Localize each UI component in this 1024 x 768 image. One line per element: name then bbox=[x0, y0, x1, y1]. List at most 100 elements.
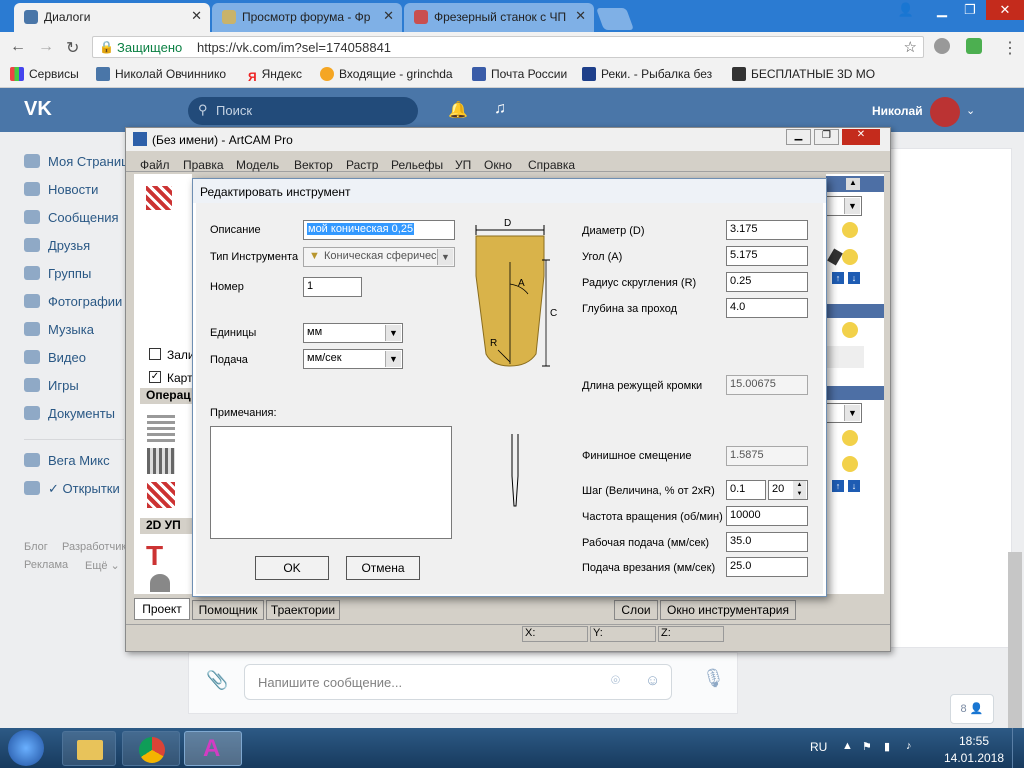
page-scrollbar[interactable] bbox=[1008, 552, 1022, 730]
address-bar[interactable]: 🔒 Защищено https://vk.com/im?sel=1740588… bbox=[92, 36, 924, 58]
operation-tool-icon-3[interactable] bbox=[147, 482, 175, 508]
reload-icon[interactable]: ↻ bbox=[66, 38, 79, 58]
arrow-up-icon[interactable]: ↑ bbox=[832, 272, 844, 284]
bookmark-post[interactable]: Почта России bbox=[472, 67, 567, 81]
lightbulb-icon[interactable] bbox=[842, 430, 858, 446]
bookmark-nikolay[interactable]: Николай Овчиннико bbox=[96, 67, 226, 81]
lightbulb-icon[interactable] bbox=[842, 456, 858, 472]
operation-tool-icon-1[interactable] bbox=[147, 414, 175, 442]
text-toolpath-icon[interactable]: T bbox=[146, 542, 176, 570]
vk-menu-video[interactable]: Видео bbox=[24, 350, 86, 365]
number-input[interactable]: 1 bbox=[303, 277, 362, 297]
restore-window-icon[interactable]: ❐ bbox=[956, 0, 984, 20]
vk-menu-documents[interactable]: Документы bbox=[24, 406, 115, 421]
vk-menu-groups[interactable]: Группы bbox=[24, 266, 91, 281]
menu-help[interactable]: Справка bbox=[528, 158, 575, 172]
vector-tools-icon[interactable] bbox=[146, 186, 172, 210]
vk-menu-photos[interactable]: Фотографии bbox=[24, 294, 122, 309]
description-input[interactable]: мой коническая 0,25 bbox=[303, 220, 455, 240]
units-select[interactable]: мм ▼ bbox=[303, 323, 403, 343]
checkbox-map[interactable]: ✓ bbox=[149, 371, 161, 383]
work-feed-input[interactable]: 35.0 bbox=[726, 532, 808, 552]
tab-assistant[interactable]: Помощник bbox=[192, 600, 264, 620]
tab-project[interactable]: Проект bbox=[134, 598, 190, 620]
url-text[interactable]: https://vk.com/im?sel=174058841 bbox=[197, 40, 391, 55]
bookmark-inbox[interactable]: Входящие - grinchda bbox=[320, 67, 453, 81]
lightbulb-icon[interactable] bbox=[842, 249, 858, 265]
menu-raster[interactable]: Растр bbox=[346, 158, 378, 172]
forward-icon[interactable]: → bbox=[38, 38, 54, 56]
browser-tab-forum[interactable]: Просмотр форума - Фр ✕ bbox=[212, 3, 402, 32]
feed-units-select[interactable]: мм/сек ▼ bbox=[303, 349, 403, 369]
language-indicator[interactable]: RU bbox=[810, 740, 827, 754]
menu-vector[interactable]: Вектор bbox=[294, 158, 333, 172]
lightbulb-icon[interactable] bbox=[842, 322, 858, 338]
close-tab-icon[interactable]: ✕ bbox=[575, 8, 586, 24]
tab-toolbox-window[interactable]: Окно инструментария bbox=[660, 600, 796, 620]
menu-window[interactable]: Окно bbox=[484, 158, 512, 172]
ok-button[interactable]: OK bbox=[255, 556, 329, 580]
vk-menu-friends[interactable]: Друзья bbox=[24, 238, 90, 253]
footer-blog[interactable]: Блог bbox=[24, 541, 48, 553]
footer-more[interactable]: Ещё ⌄ bbox=[85, 559, 120, 572]
windows-start-icon[interactable] bbox=[8, 730, 44, 766]
drill-toolpath-icon[interactable] bbox=[150, 574, 170, 592]
bookmark-services[interactable]: Сервисы bbox=[10, 67, 79, 81]
vk-menu-music[interactable]: Музыка bbox=[24, 322, 94, 337]
menu-edit[interactable]: Правка bbox=[183, 158, 224, 172]
vk-menu-news[interactable]: Новости bbox=[24, 182, 98, 197]
menu-model[interactable]: Модель bbox=[236, 158, 279, 172]
footer-developers[interactable]: Разработчики bbox=[62, 541, 128, 553]
vk-menu-cards[interactable]: ✓ Открытки bbox=[24, 481, 120, 497]
microphone-icon[interactable]: 🎙 bbox=[702, 668, 725, 689]
operation-tool-icon-2[interactable] bbox=[147, 448, 175, 474]
browser-tab-dialogs[interactable]: Диалоги ✕ bbox=[14, 3, 210, 32]
avatar[interactable] bbox=[930, 97, 960, 127]
tab-toolpaths[interactable]: Траектории bbox=[266, 600, 340, 620]
arrow-up-icon[interactable]: ↑ bbox=[832, 480, 844, 492]
menu-file[interactable]: Файл bbox=[140, 158, 170, 172]
right-combo-1[interactable]: ▼ bbox=[826, 196, 862, 216]
browser-tab-cnc[interactable]: Фрезерный станок с ЧП ✕ bbox=[404, 3, 594, 32]
taskbar-artcam[interactable]: A bbox=[184, 731, 242, 766]
arrow-down-icon[interactable]: ↓ bbox=[848, 480, 860, 492]
bell-icon[interactable]: 🔔 bbox=[448, 100, 468, 120]
camera-icon[interactable]: ⌾ bbox=[611, 672, 620, 689]
diameter-input[interactable]: 3.175 bbox=[726, 220, 808, 240]
vk-menu-my-page[interactable]: Моя Страница bbox=[24, 154, 136, 169]
tab-layers[interactable]: Слои bbox=[614, 600, 658, 620]
emoji-icon[interactable]: ☺ bbox=[645, 672, 660, 689]
bookmark-yandex[interactable]: Я Яндекс bbox=[248, 67, 302, 84]
angle-input[interactable]: 5.175 bbox=[726, 246, 808, 266]
menu-kebab-icon[interactable]: ⋮ bbox=[1002, 38, 1018, 58]
plunge-feed-input[interactable]: 25.0 bbox=[726, 557, 808, 577]
artcam-close-icon[interactable]: ✕ bbox=[842, 129, 880, 145]
chat-count-badge[interactable]: 8 👤 bbox=[950, 694, 994, 724]
user-profile-icon[interactable]: 👤 bbox=[892, 0, 920, 20]
arrow-down-icon[interactable]: ↓ bbox=[848, 272, 860, 284]
close-window-icon[interactable]: ✕ bbox=[986, 0, 1024, 20]
stepover-input[interactable]: 0.1 bbox=[726, 480, 766, 500]
lightbulb-icon[interactable] bbox=[842, 222, 858, 238]
footer-ads[interactable]: Реклама bbox=[24, 559, 68, 571]
spindle-speed-input[interactable]: 10000 bbox=[726, 506, 808, 526]
network-signal-icon[interactable]: ▮ bbox=[884, 740, 890, 753]
menu-reliefs[interactable]: Рельефы bbox=[391, 158, 443, 172]
clock-date[interactable]: 14.01.2018 bbox=[940, 751, 1008, 765]
vk-menu-vega-mix[interactable]: Вега Микс bbox=[24, 453, 110, 468]
artcam-restore-icon[interactable]: ❐ bbox=[814, 129, 839, 145]
music-note-icon[interactable]: ♫ bbox=[494, 100, 506, 118]
show-desktop-button[interactable] bbox=[1012, 728, 1024, 768]
message-input[interactable]: Напишите сообщение... ⌾ ☺ bbox=[244, 664, 672, 700]
star-icon[interactable]: ☆ bbox=[904, 38, 917, 56]
close-tab-icon[interactable]: ✕ bbox=[191, 8, 202, 24]
bookmark-rivers[interactable]: Реки. - Рыбалка без bbox=[582, 67, 712, 81]
paperclip-icon[interactable]: 📎 bbox=[206, 670, 228, 691]
vk-logo-icon[interactable]: VK bbox=[24, 98, 52, 121]
taskbar-explorer[interactable] bbox=[62, 731, 116, 766]
globe-extension-icon[interactable] bbox=[934, 38, 950, 54]
tool-type-select[interactable]: ▼ Коническая сферичес ▼ bbox=[303, 247, 455, 267]
notes-textarea[interactable] bbox=[210, 426, 452, 539]
vk-menu-games[interactable]: Игры bbox=[24, 378, 79, 393]
puzzle-extension-icon[interactable] bbox=[966, 38, 982, 54]
